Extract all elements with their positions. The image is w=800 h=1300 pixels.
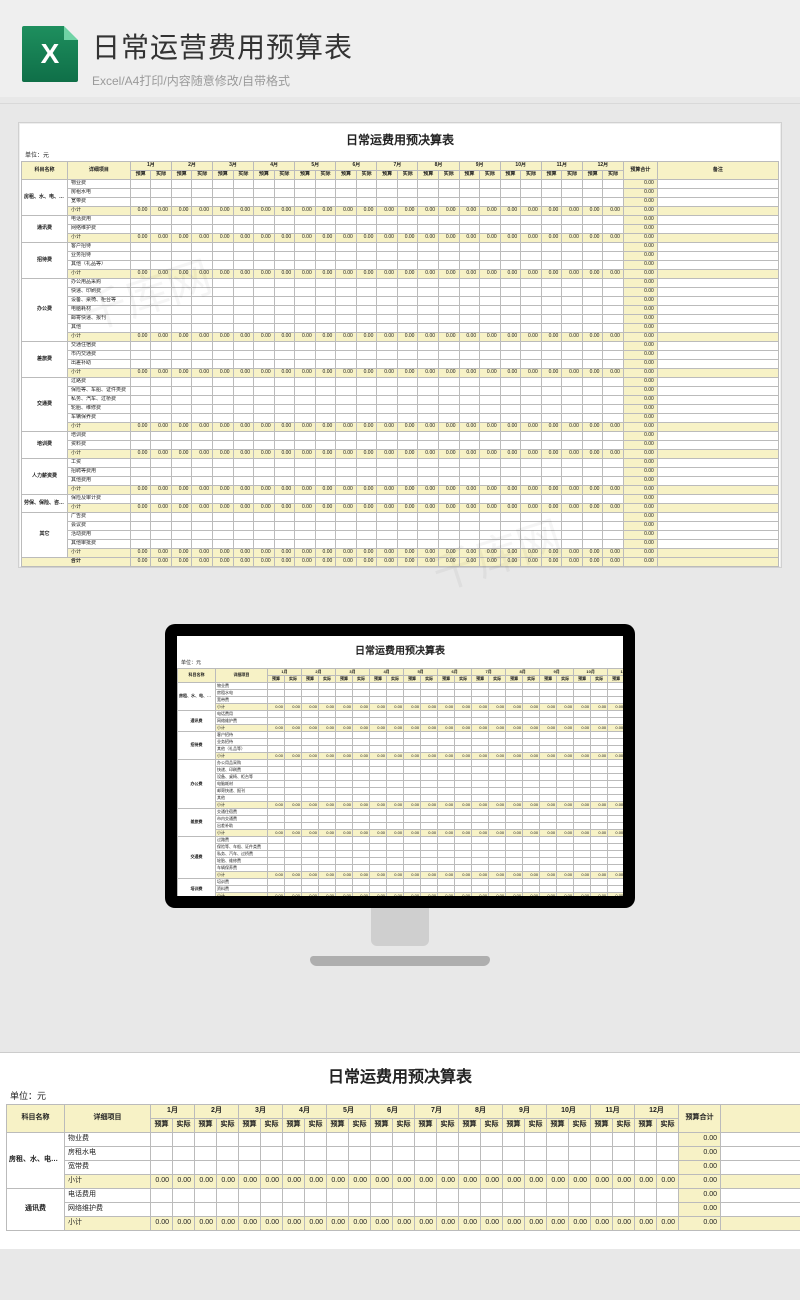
budget-table: 科目名称 详细项目 1月2月3月4月5月6月7月8月9月10月11月12月 预算… bbox=[177, 668, 623, 896]
divider bbox=[0, 103, 800, 104]
excel-file-icon bbox=[22, 26, 78, 82]
sheet-title: 日常运费用预决算表 bbox=[6, 1057, 794, 1089]
unit-label: 单位：元 bbox=[6, 1089, 794, 1104]
sheet-title: 日常运费用预决算表 bbox=[21, 125, 779, 150]
unit-label: 单位：元 bbox=[177, 659, 623, 668]
spreadsheet-bottom-strip: 日常运费用预决算表 单位：元 科目名称 详细项目 1月2月3月4月5月6月7月8… bbox=[0, 1052, 800, 1249]
spreadsheet-preview-card: 日常运费用预决算表 单位：元 科目名称 详细项目 1月2月3月4月5月6月7月8… bbox=[18, 122, 782, 568]
page-header: 日常运营费用预算表 Excel/A4打印/内容随意修改/自带格式 bbox=[0, 0, 800, 97]
budget-table: 科目名称 详细项目 1月2月3月4月5月6月7月8月9月10月11月12月 预算… bbox=[21, 161, 779, 567]
unit-label: 单位：元 bbox=[21, 150, 779, 161]
page-subtitle: Excel/A4打印/内容随意修改/自带格式 bbox=[92, 72, 780, 89]
budget-table: 科目名称 详细项目 1月2月3月4月5月6月7月8月9月10月11月12月 预算… bbox=[6, 1104, 800, 1231]
sheet-title: 日常运费用预决算表 bbox=[177, 636, 623, 659]
page-title: 日常运营费用预算表 bbox=[92, 26, 780, 66]
monitor-mockup: 日常运费用预决算表 单位：元 科目名称 详细项目 1月2月3月4月5月6月7月8… bbox=[0, 594, 800, 1026]
